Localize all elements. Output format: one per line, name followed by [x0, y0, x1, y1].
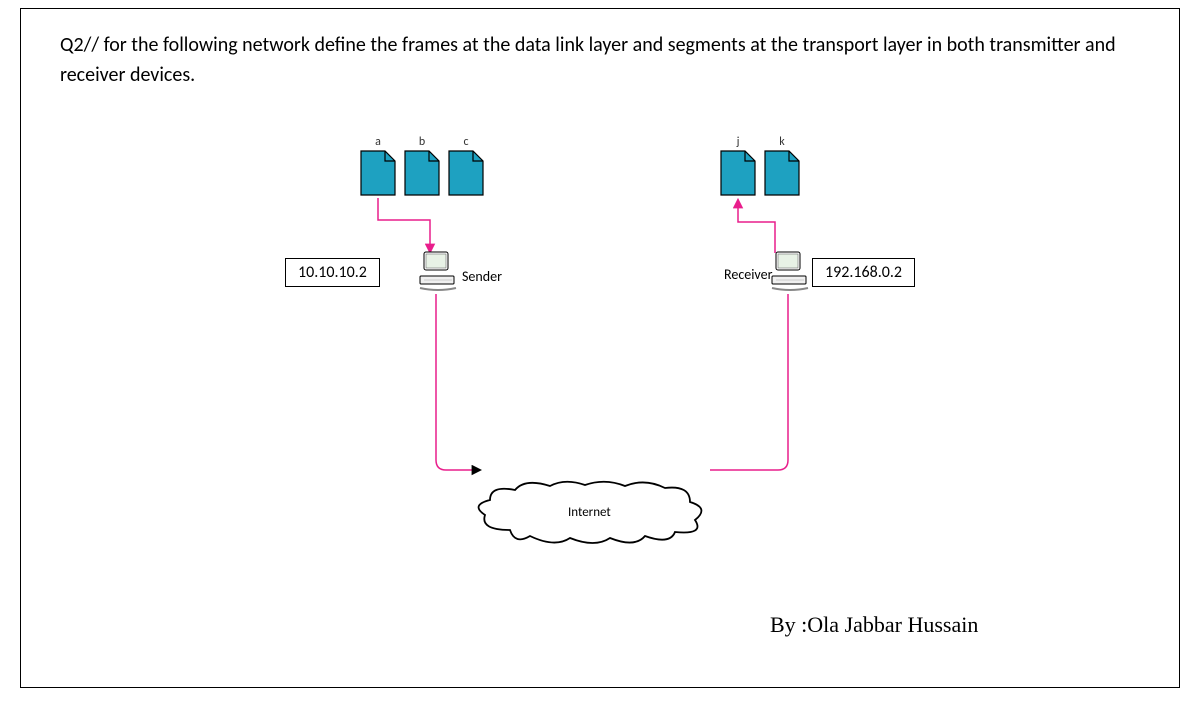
receiver-ip: 192.168.0.2: [825, 263, 902, 282]
doc-label-j: j: [720, 135, 756, 149]
internet-label: Internet: [568, 505, 611, 520]
doc-label-a: a: [360, 135, 396, 149]
receiver-label: Receiver: [724, 266, 772, 283]
document-k-icon: [764, 150, 800, 196]
page-frame: [20, 8, 1180, 688]
sender-label: Sender: [462, 268, 502, 285]
question-text: Q2// for the following network define th…: [60, 30, 1120, 90]
document-c-icon: [448, 150, 484, 196]
document-a-icon: [360, 150, 396, 196]
sender-ip: 10.10.10.2: [298, 263, 367, 282]
document-j-icon: [720, 150, 756, 196]
sender-ip-box: 10.10.10.2: [285, 258, 380, 287]
byline: By :Ola Jabbar Hussain: [770, 612, 978, 638]
sender-computer-icon: [418, 250, 458, 294]
receiver-computer-icon: [770, 250, 810, 294]
doc-label-b: b: [404, 135, 440, 149]
doc-label-k: k: [764, 135, 800, 149]
receiver-ip-box: 192.168.0.2: [812, 258, 915, 287]
document-b-icon: [404, 150, 440, 196]
doc-label-c: c: [448, 135, 484, 149]
